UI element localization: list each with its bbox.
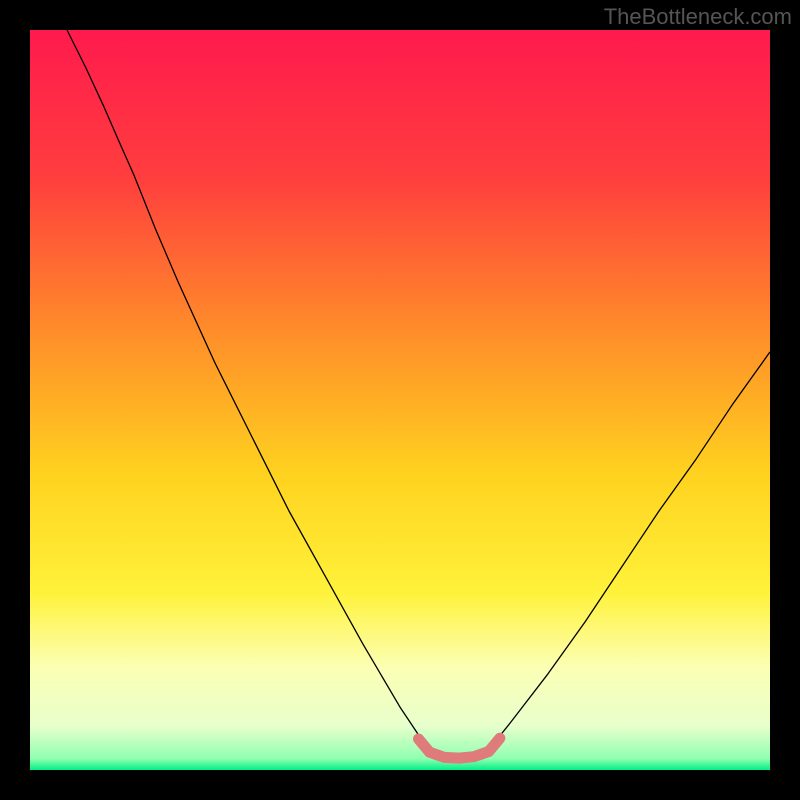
plot-background	[30, 30, 770, 770]
chart-stage: TheBottleneck.com	[0, 0, 800, 800]
watermark-text: TheBottleneck.com	[604, 4, 792, 30]
bottleneck-chart	[30, 30, 770, 770]
